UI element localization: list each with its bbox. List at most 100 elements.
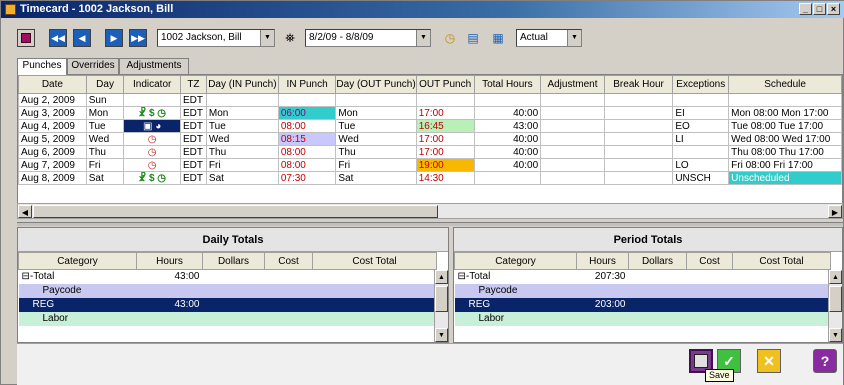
tree-row-paycode[interactable]: Paycode xyxy=(454,283,831,298)
cell-out-punch[interactable]: 17:00 xyxy=(415,106,475,120)
cell-adjustment[interactable] xyxy=(540,145,605,159)
cell-tz[interactable]: EDT xyxy=(179,93,207,107)
cell-date[interactable]: Aug 2, 2009 xyxy=(18,93,87,107)
cell-exceptions[interactable] xyxy=(672,145,730,159)
cell-adjustment[interactable] xyxy=(540,93,605,107)
scroll-right-icon[interactable]: ▶ xyxy=(828,205,842,218)
tree-row-total[interactable]: ⊟-Total 207:30 xyxy=(455,270,831,284)
col-header-cost-total[interactable]: Cost Total xyxy=(312,252,437,270)
table-row[interactable]: Aug 6, 2009 Thu ◷ EDT Thu 08:00 Thu 17:0… xyxy=(18,145,842,159)
chevron-down-icon[interactable]: ▼ xyxy=(416,30,430,46)
scroll-down-icon[interactable]: ▼ xyxy=(829,328,842,342)
cell-total-hours[interactable] xyxy=(473,93,542,107)
first-period-button[interactable]: ◀◀ xyxy=(49,29,67,47)
tree-row-paycode[interactable]: Paycode xyxy=(18,283,437,298)
cell-total-hours[interactable]: 40:00 xyxy=(473,106,542,120)
daily-totals-vertical-scrollbar[interactable]: ▲ ▼ xyxy=(434,270,448,342)
cell-in-punch[interactable]: 08:15 xyxy=(277,132,337,146)
scroll-thumb[interactable] xyxy=(829,286,842,312)
cell-in-punch[interactable]: 06:00 xyxy=(277,106,337,120)
scroll-thumb[interactable] xyxy=(435,286,448,312)
col-header-hours[interactable]: Hours xyxy=(136,252,203,270)
cell-day-out[interactable] xyxy=(335,93,417,107)
col-header-day-in[interactable]: Day (IN Punch) xyxy=(205,75,279,94)
cell-day-in[interactable]: Sat xyxy=(205,171,279,185)
cell-exceptions[interactable]: UNSCH xyxy=(672,171,730,185)
scroll-left-icon[interactable]: ◀ xyxy=(18,205,32,218)
cell-day-in[interactable]: Tue xyxy=(205,119,279,133)
cell-day-in[interactable]: Wed xyxy=(205,132,279,146)
grid-layout-icon[interactable]: ▤ xyxy=(464,29,482,47)
cell-day-out[interactable]: Mon xyxy=(335,106,417,120)
cell-day[interactable]: Thu xyxy=(85,145,125,159)
cell-day[interactable]: Fri xyxy=(85,158,125,172)
col-header-break-hour[interactable]: Break Hour xyxy=(603,75,674,94)
close-button[interactable]: × xyxy=(827,3,840,15)
help-button[interactable]: ? xyxy=(813,349,837,373)
table-row[interactable]: Aug 7, 2009 Fri ◷ EDT Fri 08:00 Fri 19:0… xyxy=(18,158,842,172)
scroll-up-icon[interactable]: ▲ xyxy=(435,270,448,284)
cell-out-punch[interactable] xyxy=(415,93,475,107)
cell-tz[interactable]: EDT xyxy=(179,158,207,172)
cell-tz[interactable]: EDT xyxy=(179,119,207,133)
cell-day-out[interactable]: Wed xyxy=(335,132,417,146)
cell-adjustment[interactable] xyxy=(540,119,605,133)
table-row[interactable]: Aug 4, 2009 Tue ▣ ◕ EDT Tue 08:00 Tue 16… xyxy=(18,119,842,133)
cell-break-hour[interactable] xyxy=(603,145,674,159)
scroll-up-icon[interactable]: ▲ xyxy=(829,270,842,284)
cell-schedule[interactable]: Fri 08:00 Fri 17:00 xyxy=(728,158,842,172)
cell-day[interactable]: Sun xyxy=(85,93,125,107)
cell-break-hour[interactable] xyxy=(603,158,674,172)
col-header-day[interactable]: Day xyxy=(85,75,125,94)
col-header-out-punch[interactable]: OUT Punch xyxy=(415,75,475,94)
cell-tz[interactable]: EDT xyxy=(179,106,207,120)
maximize-button[interactable]: □ xyxy=(813,3,826,15)
cell-date[interactable]: Aug 5, 2009 xyxy=(18,132,87,146)
cell-exceptions[interactable] xyxy=(672,93,730,107)
cell-day[interactable]: Sat xyxy=(85,171,125,185)
stop-icon[interactable] xyxy=(17,29,35,47)
col-header-category[interactable]: Category xyxy=(454,252,577,270)
col-header-total-hours[interactable]: Total Hours xyxy=(473,75,542,94)
cell-schedule[interactable]: Unscheduled xyxy=(728,171,842,185)
cell-exceptions[interactable]: LI xyxy=(672,132,730,146)
cell-in-punch[interactable]: 08:00 xyxy=(277,145,337,159)
cell-date[interactable]: Aug 8, 2009 xyxy=(18,171,87,185)
cell-break-hour[interactable] xyxy=(603,132,674,146)
cell-day[interactable]: Mon xyxy=(85,106,125,120)
calendar-icon[interactable]: ▦ xyxy=(489,29,507,47)
cell-day-in[interactable]: Thu xyxy=(205,145,279,159)
col-header-dollars[interactable]: Dollars xyxy=(202,252,265,270)
col-header-exceptions[interactable]: Exceptions xyxy=(672,75,730,94)
cell-out-punch[interactable]: 19:00 xyxy=(415,158,475,172)
col-header-in-punch[interactable]: IN Punch xyxy=(277,75,337,94)
cell-schedule[interactable]: Tue 08:00 Tue 17:00 xyxy=(728,119,842,133)
cell-indicator[interactable]: ▣ ◕ xyxy=(123,119,181,133)
cell-in-punch[interactable]: 08:00 xyxy=(277,119,337,133)
tree-row-labor[interactable]: Labor xyxy=(18,311,437,326)
table-row[interactable]: Aug 2, 2009 Sun EDT xyxy=(18,93,842,107)
tree-row-reg[interactable]: REG 203:00 xyxy=(454,297,831,312)
cell-exceptions[interactable]: EO xyxy=(672,119,730,133)
cell-adjustment[interactable] xyxy=(540,106,605,120)
cell-schedule[interactable]: Mon 08:00 Mon 17:00 xyxy=(728,106,842,120)
chevron-down-icon[interactable]: ▼ xyxy=(260,30,274,46)
cell-day[interactable]: Wed xyxy=(85,132,125,146)
table-row[interactable]: Aug 8, 2009 Sat ☧ $ ◷ EDT Sat 07:30 Sat … xyxy=(18,171,842,185)
cell-schedule[interactable]: Thu 08:00 Thu 17:00 xyxy=(728,145,842,159)
cell-adjustment[interactable] xyxy=(540,132,605,146)
scroll-thumb[interactable] xyxy=(33,205,438,218)
cell-indicator[interactable]: ◷ xyxy=(123,145,181,159)
cell-day-in[interactable]: Fri xyxy=(205,158,279,172)
tree-row-total[interactable]: ⊟-Total 43:00 xyxy=(19,270,437,284)
mode-select[interactable]: Actual ▼ xyxy=(516,29,582,47)
cell-in-punch[interactable]: 07:30 xyxy=(277,171,337,185)
cell-indicator[interactable]: ◷ xyxy=(123,132,181,146)
tab-punches[interactable]: Punches xyxy=(17,58,67,75)
next-period-button[interactable]: ▶ xyxy=(105,29,123,47)
cell-date[interactable]: Aug 3, 2009 xyxy=(18,106,87,120)
pane-splitter[interactable] xyxy=(17,222,843,226)
cell-total-hours[interactable]: 40:00 xyxy=(473,132,542,146)
cell-adjustment[interactable] xyxy=(540,158,605,172)
col-header-adjustment[interactable]: Adjustment xyxy=(540,75,605,94)
